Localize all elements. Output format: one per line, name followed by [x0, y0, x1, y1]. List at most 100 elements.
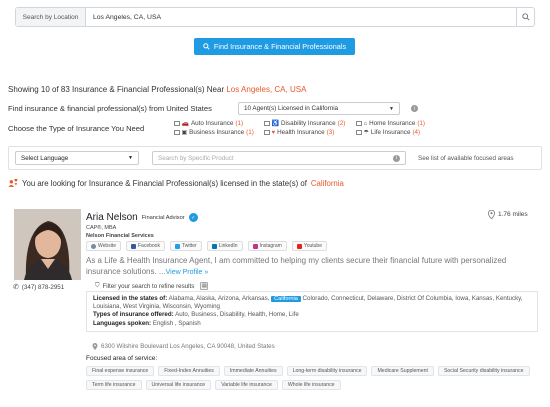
social-label: Youtube [303, 243, 322, 249]
location-input[interactable] [86, 8, 516, 26]
website-link[interactable]: Website [86, 241, 121, 251]
info-icon[interactable]: i [393, 154, 400, 162]
licensed-label: Licensed in the states of: [93, 295, 168, 302]
search-icon [203, 43, 210, 50]
option-label: Health Insurance [277, 129, 325, 136]
languages-spoken: Languages spoken: English , Spanish [93, 320, 532, 328]
focused-area-tags: Final expense insurance Fixed-Index Annu… [86, 366, 546, 390]
search-submit-button[interactable] [516, 8, 534, 26]
checkbox[interactable] [356, 129, 362, 136]
focus-tag[interactable]: Fixed-Index Annuities [158, 366, 220, 376]
youtube-link[interactable]: Youtube [291, 241, 327, 251]
portrait-image [14, 209, 81, 280]
focus-tag[interactable]: Term life insurance [86, 380, 142, 390]
focus-tag[interactable]: Immediate Annuities [223, 366, 283, 376]
insurance-option-home[interactable]: ⌂ Home Insurance (1) [356, 120, 446, 127]
filter-tip: ⛉ Filter your search to refine results ▤ [95, 282, 209, 290]
focus-tag[interactable]: Social Security disability insurance [437, 366, 530, 376]
checkbox[interactable] [174, 120, 180, 127]
option-count: (1) [235, 120, 244, 127]
agents-count-select[interactable]: 10 Agent(s) Licensed in California ▼ [238, 102, 400, 115]
focus-tag[interactable]: Long-term disability insurance [286, 366, 368, 376]
focus-tag[interactable]: Medicare Supplement [371, 366, 434, 376]
house-icon: ⌂ [363, 120, 368, 127]
distance-text: 1.76 miles [498, 211, 528, 218]
insurance-type-label: Choose the Type of Insurance You Need [8, 124, 145, 133]
social-label: Instagram [259, 243, 282, 249]
phone-number: (347) 878-2951 [21, 283, 65, 291]
twitter-link[interactable]: Twitter [169, 241, 202, 251]
agent-details: Licensed in the states of: Alabama, Alas… [86, 291, 538, 332]
option-label: Life Insurance [370, 129, 411, 136]
wheelchair-icon: ♿ [271, 121, 279, 127]
search-icon [521, 13, 530, 21]
insurance-option-health[interactable]: ♥ Health Insurance (3) [264, 129, 356, 136]
linkedin-link[interactable]: LinkedIn [206, 241, 243, 251]
filter-icon: ⛉ [95, 282, 100, 289]
agent-header: Aria Nelson Financial Advisor ✓ [86, 212, 198, 223]
languages-label: Languages spoken: [93, 319, 152, 327]
checkbox[interactable] [356, 120, 362, 127]
info-icon[interactable]: i [411, 105, 418, 112]
heart-icon: ♥ [271, 129, 276, 136]
instagram-link[interactable]: Instagram [247, 241, 287, 251]
option-label: Auto Insurance [190, 120, 234, 127]
phone-icon: ✆ [13, 284, 19, 291]
insurance-option-business[interactable]: ▣ Business Insurance (1) [174, 129, 264, 136]
checkbox[interactable] [264, 120, 270, 127]
focused-area-title: Focused area of service: [86, 355, 158, 362]
focus-tag[interactable]: Universal life insurance [145, 380, 212, 390]
view-profile-link[interactable]: View Profile » [166, 269, 209, 276]
insurance-type-options: 🚗 Auto Insurance (1) ♿ Disability Insura… [174, 120, 444, 136]
address-text: 6300 Wilshire Boulevard Los Angeles, CA … [101, 343, 275, 350]
language-select[interactable]: Select Language ▼ [15, 151, 139, 165]
agent-photo[interactable] [14, 209, 81, 280]
verified-badge-icon: ✓ [188, 213, 198, 222]
agent-name[interactable]: Aria Nelson [86, 212, 138, 223]
social-label: Facebook [137, 243, 160, 249]
focus-tag[interactable]: Whole life insurance [281, 380, 341, 390]
product-placeholder: Search by Specific Product [158, 154, 234, 162]
licensed-states: Licensed in the states of: Alabama, Alas… [93, 295, 532, 311]
languages-value: English , Spanish [152, 319, 201, 327]
types-value: Auto, Business, Disability, Health, Home… [175, 311, 299, 319]
insurance-option-life[interactable]: ☂ Life Insurance (4) [356, 129, 446, 136]
option-label: Disability Insurance [280, 120, 336, 127]
focus-tag[interactable]: Variable life insurance [215, 380, 278, 390]
insurance-option-auto[interactable]: 🚗 Auto Insurance (1) [174, 120, 264, 127]
product-search-input[interactable]: Search by Specific Product i [152, 151, 406, 165]
clipboard-icon[interactable]: ▤ [200, 282, 209, 290]
focus-tag[interactable]: Final expense insurance [86, 366, 155, 376]
licensed-state-notice: You are looking for Insurance & Financia… [8, 179, 344, 188]
checkbox[interactable] [264, 129, 270, 136]
agent-card: ✆ (347) 878-2951 Aria Nelson Financial A… [8, 203, 542, 403]
youtube-icon [296, 243, 302, 249]
checkbox[interactable] [174, 129, 180, 136]
facebook-link[interactable]: Facebook [125, 241, 165, 251]
results-summary: Showing 10 of 83 Insurance & Financial P… [8, 85, 306, 94]
instagram-icon [252, 243, 258, 249]
social-links: Website Facebook Twitter LinkedIn Instag… [86, 241, 327, 251]
option-label: Business Insurance [189, 129, 245, 136]
find-professionals-button[interactable]: Find Insurance & Financial Professionals [194, 38, 355, 55]
option-count: (3) [326, 129, 335, 136]
option-count: (2) [337, 120, 346, 127]
option-label: Home Insurance [369, 120, 416, 127]
focused-areas-link[interactable]: See list of available focused areas [418, 155, 514, 162]
social-label: Twitter [181, 243, 197, 249]
map-pin-icon [488, 210, 495, 219]
user-location-icon [8, 179, 18, 187]
insurance-option-disability[interactable]: ♿ Disability Insurance (2) [264, 120, 356, 127]
agent-phone[interactable]: ✆ (347) 878-2951 [13, 283, 65, 292]
insurance-types-offered: Types of insurance offered: Auto, Busine… [93, 311, 532, 319]
licensed-states-before: Alabama, Alaska, Arizona, Arkansas, [168, 295, 270, 302]
types-label: Types of insurance offered: [93, 311, 174, 319]
results-location[interactable]: Los Angeles, CA, USA [226, 85, 306, 94]
search-label: Search by Location [16, 8, 86, 26]
language-select-value: Select Language [21, 154, 69, 162]
company-name: Nelson Financial Services [86, 232, 154, 239]
agent-address: 6300 Wilshire Boulevard Los Angeles, CA … [92, 343, 275, 350]
chevron-down-icon: ▼ [389, 105, 394, 112]
looking-state: California [310, 179, 344, 188]
chevron-down-icon: ▼ [128, 155, 133, 161]
